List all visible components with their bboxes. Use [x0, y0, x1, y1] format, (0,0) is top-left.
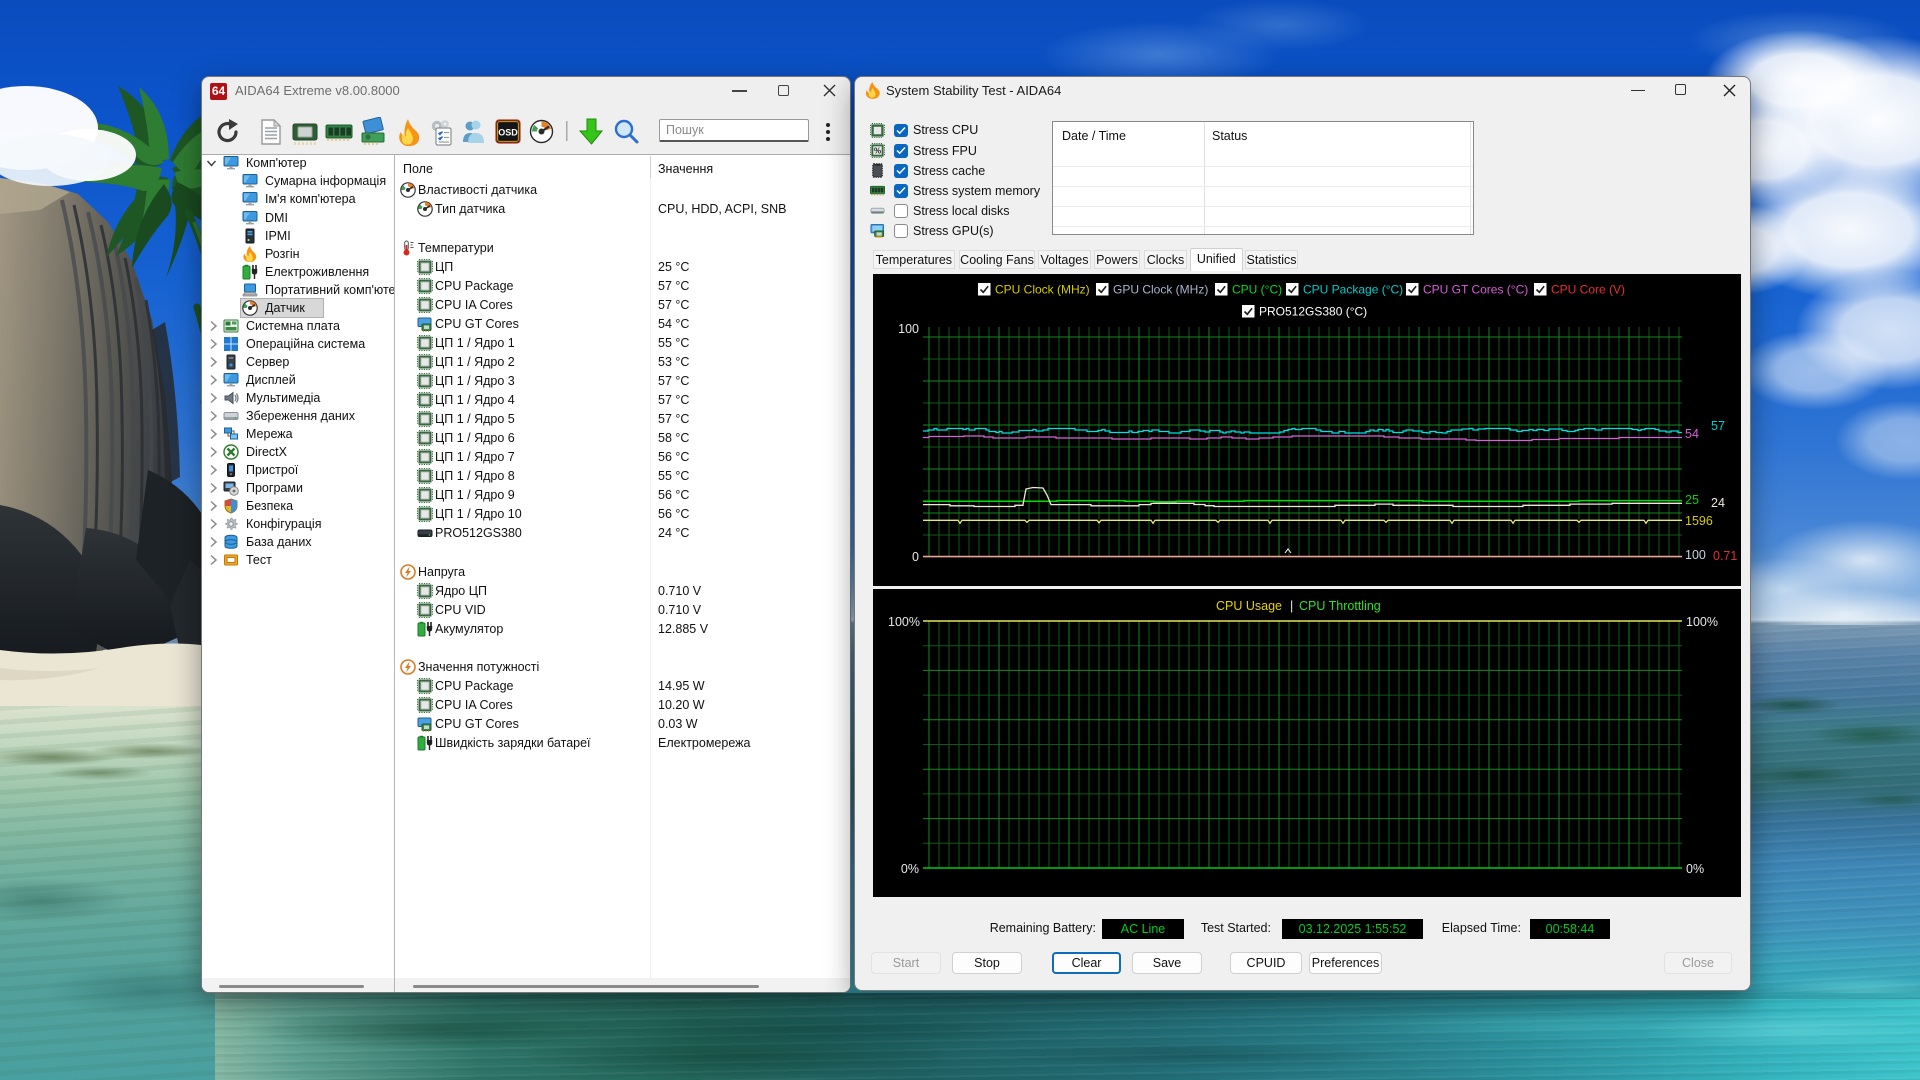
svg-text:54: 54 — [1685, 427, 1699, 441]
svg-text:100%: 100% — [1686, 615, 1718, 629]
svg-text:25: 25 — [1685, 493, 1699, 507]
svg-text:24: 24 — [1711, 496, 1725, 510]
svg-text:1596: 1596 — [1685, 514, 1713, 528]
svg-text:|: | — [1290, 599, 1293, 613]
svg-text:0%: 0% — [901, 862, 919, 876]
svg-text:CPU Clock (MHz): CPU Clock (MHz) — [995, 283, 1090, 297]
svg-text:CPU Throttling: CPU Throttling — [1299, 599, 1381, 613]
svg-text:100%: 100% — [888, 615, 920, 629]
svg-text:CPU (°C): CPU (°C) — [1232, 283, 1282, 297]
svg-text:57: 57 — [1711, 419, 1725, 433]
svg-text:CPU Core (V): CPU Core (V) — [1551, 283, 1625, 297]
svg-text:OSD: OSD — [498, 128, 518, 138]
svg-text:100: 100 — [898, 322, 919, 336]
svg-text:GPU Clock (MHz): GPU Clock (MHz) — [1113, 283, 1208, 297]
svg-text:0: 0 — [912, 550, 919, 564]
svg-text:0.71: 0.71 — [1713, 549, 1737, 563]
svg-text:CPU Package (°C): CPU Package (°C) — [1303, 283, 1403, 297]
svg-text:PRO512GS380 (°C): PRO512GS380 (°C) — [1259, 305, 1367, 319]
svg-text:%: % — [874, 146, 881, 155]
svg-text:CPU Usage: CPU Usage — [1216, 599, 1282, 613]
svg-text:100: 100 — [1685, 548, 1706, 562]
svg-text:0%: 0% — [1686, 862, 1704, 876]
svg-text:CPU GT Cores (°C): CPU GT Cores (°C) — [1423, 283, 1528, 297]
